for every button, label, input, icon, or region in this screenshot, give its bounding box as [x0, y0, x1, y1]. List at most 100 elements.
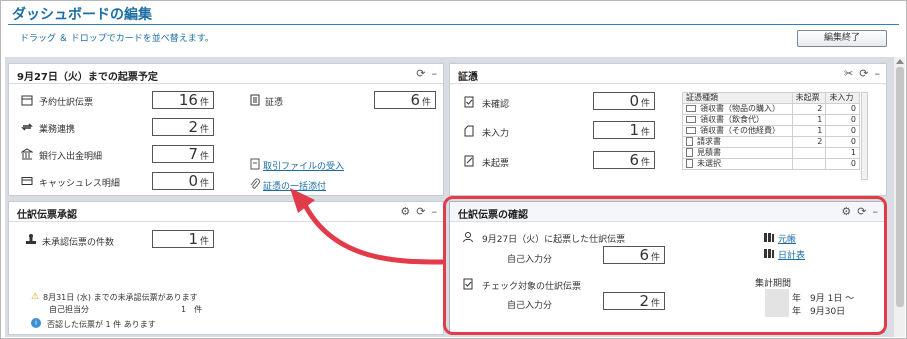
approval-value-unapproved[interactable]: 1件 — [152, 230, 214, 248]
confirm-card-title: 仕訳伝票の確認 — [450, 202, 884, 222]
stamp-icon — [26, 234, 36, 244]
period-label: 集計期間 — [755, 279, 792, 289]
table-row[interactable]: 未選択 0 — [682, 158, 860, 170]
info-icon: i — [31, 318, 41, 328]
schedule-value-cashless[interactable]: 0件 — [152, 172, 214, 190]
refresh-icon[interactable]: ⟳ — [416, 206, 425, 217]
confirm-card-controls: ⚙ ⟳ – — [841, 206, 878, 217]
period-to: 年 9月30日 — [792, 307, 846, 317]
invoice-icon — [686, 137, 693, 146]
tools-icon[interactable]: ✂ — [844, 68, 853, 79]
gear-icon[interactable]: ⚙ — [400, 206, 410, 217]
receipt-icon — [686, 116, 696, 123]
evidence-label-unissued: 未起票 — [482, 159, 510, 169]
warning-icon: ⚠ — [31, 292, 40, 302]
evidence-label-uninput: 未入力 — [482, 129, 510, 139]
table-row[interactable]: 領収書（その他経費） 1 0 — [682, 125, 860, 137]
gear-icon[interactable]: ⚙ — [841, 206, 851, 217]
general-ledger-link[interactable]: 元帳 — [778, 232, 796, 245]
minimize-icon[interactable]: – — [873, 206, 879, 217]
unselected-icon — [686, 159, 693, 168]
document-icon — [250, 94, 260, 106]
calendar-icon — [21, 95, 33, 106]
approval-own-label: 自己担当分 — [49, 305, 89, 314]
evidence-card[interactable]: 証憑 ✂ ⟳ – 未確認 0件 未入力 1件 未起票 6件 証憑種類 未起票 未… — [449, 63, 887, 196]
receipt-icon — [686, 105, 696, 112]
schedule-card[interactable]: 9月27日（火）までの起票予定 ⟳ – 予約仕訳伝票 16 件 業務連携 2件 銀… — [8, 63, 444, 196]
confirm-sub-check: 自己入力分 — [507, 301, 553, 311]
schedule-card-title: 9月27日（火）までの起票予定 — [9, 64, 443, 84]
title-divider — [8, 24, 899, 25]
ledger-icon — [764, 249, 774, 258]
page-title: ダッシュボードの編集 — [12, 7, 152, 23]
scrollbar-thumb[interactable] — [896, 67, 904, 307]
table-row[interactable]: 領収書（飲食代） 1 0 — [682, 114, 860, 126]
approval-label-unapproved: 未承認伝票の件数 — [42, 238, 115, 248]
import-transaction-file-link[interactable]: 取引ファイルの受入 — [263, 159, 344, 172]
table-scrollbar[interactable] — [861, 92, 868, 180]
refresh-icon[interactable]: ⟳ — [857, 206, 866, 217]
schedule-value-voucher[interactable]: 6件 — [374, 91, 436, 109]
schedule-label-bank: 銀行入出金明細 — [39, 152, 103, 162]
evidence-value-unissued[interactable]: 6件 — [593, 151, 655, 169]
person-icon — [463, 232, 473, 243]
evidence-label-unconfirmed: 未確認 — [482, 100, 510, 110]
scrollbar[interactable] — [893, 57, 905, 337]
table-header: 証憑種類 — [682, 92, 793, 104]
table-header: 未入力 — [825, 92, 860, 104]
schedule-value-linkage[interactable]: 2件 — [152, 118, 214, 136]
minimize-icon[interactable]: – — [432, 206, 438, 217]
refresh-icon[interactable]: ⟳ — [416, 68, 425, 79]
sync-icon — [21, 123, 33, 131]
evidence-value-uninput[interactable]: 1件 — [593, 121, 655, 139]
confirm-sub-issued: 自己入力分 — [507, 255, 553, 265]
check-document-icon — [464, 96, 474, 108]
schedule-label-cashless: キャッシュレス明細 — [39, 179, 120, 189]
confirm-value-check[interactable]: 2件 — [603, 292, 665, 310]
period-year-field[interactable] — [765, 289, 789, 317]
check-document-icon — [463, 278, 473, 290]
approval-card[interactable]: 仕訳伝票承認 ⚙ ⟳ – 未承認伝票の件数 1件 ⚠ 8月31日 (水) までの… — [8, 201, 444, 335]
confirm-value-issued[interactable]: 6件 — [603, 246, 665, 264]
schedule-label-linkage: 業務連携 — [39, 125, 76, 135]
schedule-card-controls: ⟳ – — [416, 68, 437, 79]
confirm-label-check: チェック対象の仕訳伝票 — [482, 282, 582, 292]
edit-document-icon — [464, 155, 474, 167]
confirm-card[interactable]: 仕訳伝票の確認 ⚙ ⟳ – 9月27日（火）に起票した仕訳伝票 自己入力分 6件… — [449, 201, 885, 333]
scroll-up-arrow-icon[interactable] — [896, 59, 904, 64]
estimate-icon — [686, 148, 693, 157]
minimize-icon[interactable]: – — [875, 68, 881, 79]
table-header: 未起票 — [791, 92, 827, 104]
evidence-card-title: 証憑 — [450, 64, 886, 84]
approval-card-title: 仕訳伝票承認 — [9, 202, 443, 222]
page-subtitle: ドラッグ ＆ ドロップでカードを並べ替えます。 — [20, 34, 214, 44]
import-file-icon — [250, 158, 260, 170]
refresh-icon[interactable]: ⟳ — [859, 68, 868, 79]
table-row[interactable]: 請求書 2 0 — [682, 136, 860, 148]
evidence-value-unconfirmed[interactable]: 0件 — [593, 92, 655, 110]
schedule-label-reserved: 予約仕訳伝票 — [39, 98, 94, 108]
schedule-value-bank[interactable]: 7件 — [152, 145, 214, 163]
bulk-attach-voucher-link[interactable]: 証憑の一括添付 — [263, 179, 326, 192]
upload-document-icon — [464, 125, 474, 137]
evidence-type-table: 証憑種類 未起票 未入力 領収書（物品の購入） 2 0 領収書（飲食代） 1 0 領収書… — [682, 92, 860, 170]
daily-summary-link[interactable]: 日計表 — [778, 248, 805, 261]
ledger-icon — [764, 233, 774, 242]
table-row[interactable]: 領収書（物品の購入） 2 0 — [682, 103, 860, 115]
table-header-row: 証憑種類 未起票 未入力 — [682, 92, 860, 104]
approval-card-controls: ⚙ ⟳ – — [400, 206, 437, 217]
end-edit-button[interactable]: 編集終了 — [797, 30, 887, 47]
bank-icon — [21, 148, 33, 160]
receipt-icon — [686, 127, 696, 134]
schedule-value-reserved[interactable]: 16 件 — [152, 91, 214, 109]
confirm-label-issued: 9月27日（火）に起票した仕訳伝票 — [482, 235, 626, 245]
approval-warning-text: 8月31日 (水) までの未承認伝票があります — [43, 293, 198, 302]
approval-own-value: 1 件 — [181, 305, 203, 314]
approval-info-text: 否認した伝票が 1 件 あります — [47, 320, 156, 329]
period-from: 年 9月 1日 ～ — [792, 294, 855, 304]
paperclip-icon — [250, 178, 260, 189]
card-icon — [21, 177, 33, 185]
table-row[interactable]: 見積書 1 — [682, 147, 860, 159]
schedule-label-voucher: 証憑 — [265, 98, 284, 108]
minimize-icon[interactable]: – — [432, 68, 438, 79]
